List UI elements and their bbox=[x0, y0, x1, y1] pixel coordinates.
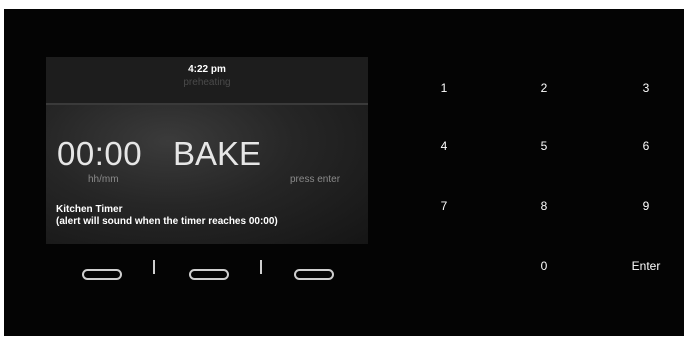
oven-control-panel: 4:22 pm preheating 00:00 BAKE hh/mm pres… bbox=[4, 9, 684, 336]
press-enter-hint: press enter bbox=[290, 174, 341, 185]
timer-display: 4:22 pm preheating 00:00 BAKE hh/mm pres… bbox=[46, 57, 368, 244]
keypad-key-8[interactable]: 8 bbox=[524, 194, 564, 218]
softkey-right[interactable] bbox=[294, 269, 334, 280]
softkey-left[interactable] bbox=[82, 269, 122, 280]
keypad-key-7[interactable]: 7 bbox=[424, 194, 464, 218]
keypad-key-6[interactable]: 6 bbox=[626, 134, 666, 158]
enter-button[interactable]: Enter bbox=[620, 254, 672, 278]
keypad-key-0[interactable]: 0 bbox=[524, 254, 564, 278]
softkey-divider bbox=[153, 260, 155, 274]
time-unit-label: hh/mm bbox=[88, 174, 119, 185]
timer-description: (alert will sound when the timer reaches… bbox=[56, 216, 278, 227]
keypad-key-5[interactable]: 5 bbox=[524, 134, 564, 158]
keypad-key-2[interactable]: 2 bbox=[524, 76, 564, 100]
keypad-key-4[interactable]: 4 bbox=[424, 134, 464, 158]
stage: 4:22 pm preheating 00:00 BAKE hh/mm pres… bbox=[0, 0, 689, 337]
softkey-divider bbox=[260, 260, 262, 274]
cooking-mode: BAKE bbox=[173, 135, 262, 172]
timer-value: 00:00 bbox=[57, 135, 143, 172]
keypad-key-3[interactable]: 3 bbox=[626, 76, 666, 100]
oven-status: preheating bbox=[183, 77, 231, 88]
keypad-key-1[interactable]: 1 bbox=[424, 76, 464, 100]
timer-title: Kitchen Timer bbox=[56, 204, 123, 215]
softkey-middle[interactable] bbox=[189, 269, 229, 280]
keypad-key-9[interactable]: 9 bbox=[626, 194, 666, 218]
clock-time: 4:22 pm bbox=[188, 64, 226, 75]
